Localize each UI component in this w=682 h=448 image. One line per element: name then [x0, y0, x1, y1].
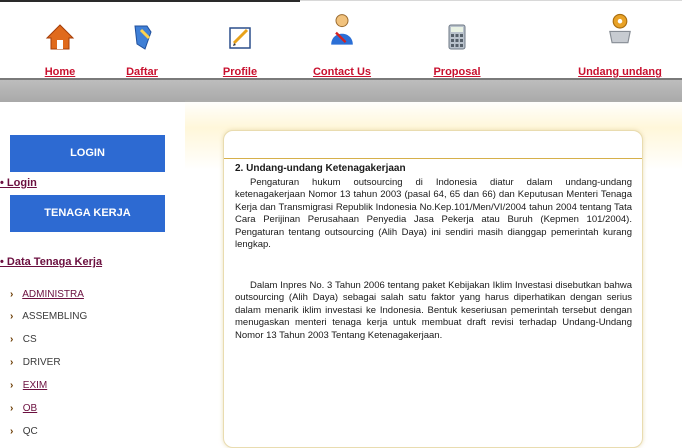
paragraph-1: Pengaturan hukum outsourcing di Indonesi… — [235, 176, 632, 251]
header-band — [0, 80, 682, 102]
contact-icon — [331, 14, 353, 45]
list-item: › ASSEMBLING — [10, 311, 87, 322]
list-item[interactable]: › EXIM — [10, 380, 47, 391]
list-item: › QC — [10, 426, 38, 437]
list-item-label[interactable]: EXIM — [23, 380, 47, 391]
list-item-label[interactable]: ADMINISTRA — [22, 289, 84, 300]
nav-profile[interactable]: Profile — [195, 0, 285, 80]
login-block: LOGIN — [10, 135, 165, 172]
chevron-right-icon: › — [10, 334, 14, 345]
tenaga-kerja-block: TENAGA KERJA — [10, 195, 165, 232]
content-header-rule — [224, 131, 642, 159]
nav-label-profile: Profile — [222, 66, 258, 78]
nav-label-contact-us: Contact Us — [312, 66, 372, 78]
nav-label-undang-undang: Undang undang — [578, 66, 662, 78]
content-panel: 2. Undang-undang Ketenagakerjaan Pengatu… — [223, 130, 643, 448]
page-title: 2. Undang-undang Ketenagakerjaan — [235, 163, 406, 174]
nav-proposal[interactable]: Proposal — [412, 0, 502, 80]
chevron-right-icon: › — [10, 380, 14, 391]
nav-daftar[interactable]: Daftar — [97, 0, 187, 80]
chevron-right-icon: › — [10, 289, 14, 300]
law-gear-icon — [609, 13, 631, 44]
chevron-right-icon: › — [10, 426, 14, 437]
profile-icon — [229, 27, 251, 49]
list-item: › DRIVER — [10, 357, 61, 368]
login-link[interactable]: • Login — [0, 177, 37, 189]
calculator-icon — [448, 24, 466, 50]
home-icon — [45, 24, 75, 50]
list-item-label: DRIVER — [22, 357, 61, 368]
register-icon — [134, 25, 152, 50]
nav-label-daftar: Daftar — [126, 66, 158, 78]
list-item[interactable]: › OB — [10, 403, 37, 414]
list-item: › CS — [10, 334, 37, 345]
chevron-right-icon: › — [10, 403, 14, 414]
chevron-right-icon: › — [10, 311, 14, 322]
content-body: 2. Undang-undang Ketenagakerjaan Pengatu… — [235, 163, 632, 342]
nav-undang-undang[interactable]: Undang undang — [575, 0, 665, 80]
nav-label-home: Home — [44, 66, 76, 78]
list-item-label: QC — [22, 426, 38, 437]
chevron-right-icon: › — [10, 357, 14, 368]
nav-home[interactable]: Home — [15, 0, 105, 80]
list-item[interactable]: › ADMINISTRA — [10, 289, 84, 300]
nav-contact-us[interactable]: Contact Us — [297, 0, 387, 80]
data-tenaga-kerja-link[interactable]: • Data Tenaga Kerja — [0, 256, 102, 268]
nav-label-proposal: Proposal — [433, 66, 481, 78]
paragraph-2: Dalam Inpres No. 3 Tahun 2006 tentang pa… — [235, 279, 632, 341]
list-item-label[interactable]: OB — [23, 403, 37, 414]
top-navigation: Home Daftar Profile Contact Us Proposal … — [0, 0, 682, 80]
list-item-label: CS — [22, 334, 37, 345]
list-item-label: ASSEMBLING — [22, 311, 88, 322]
